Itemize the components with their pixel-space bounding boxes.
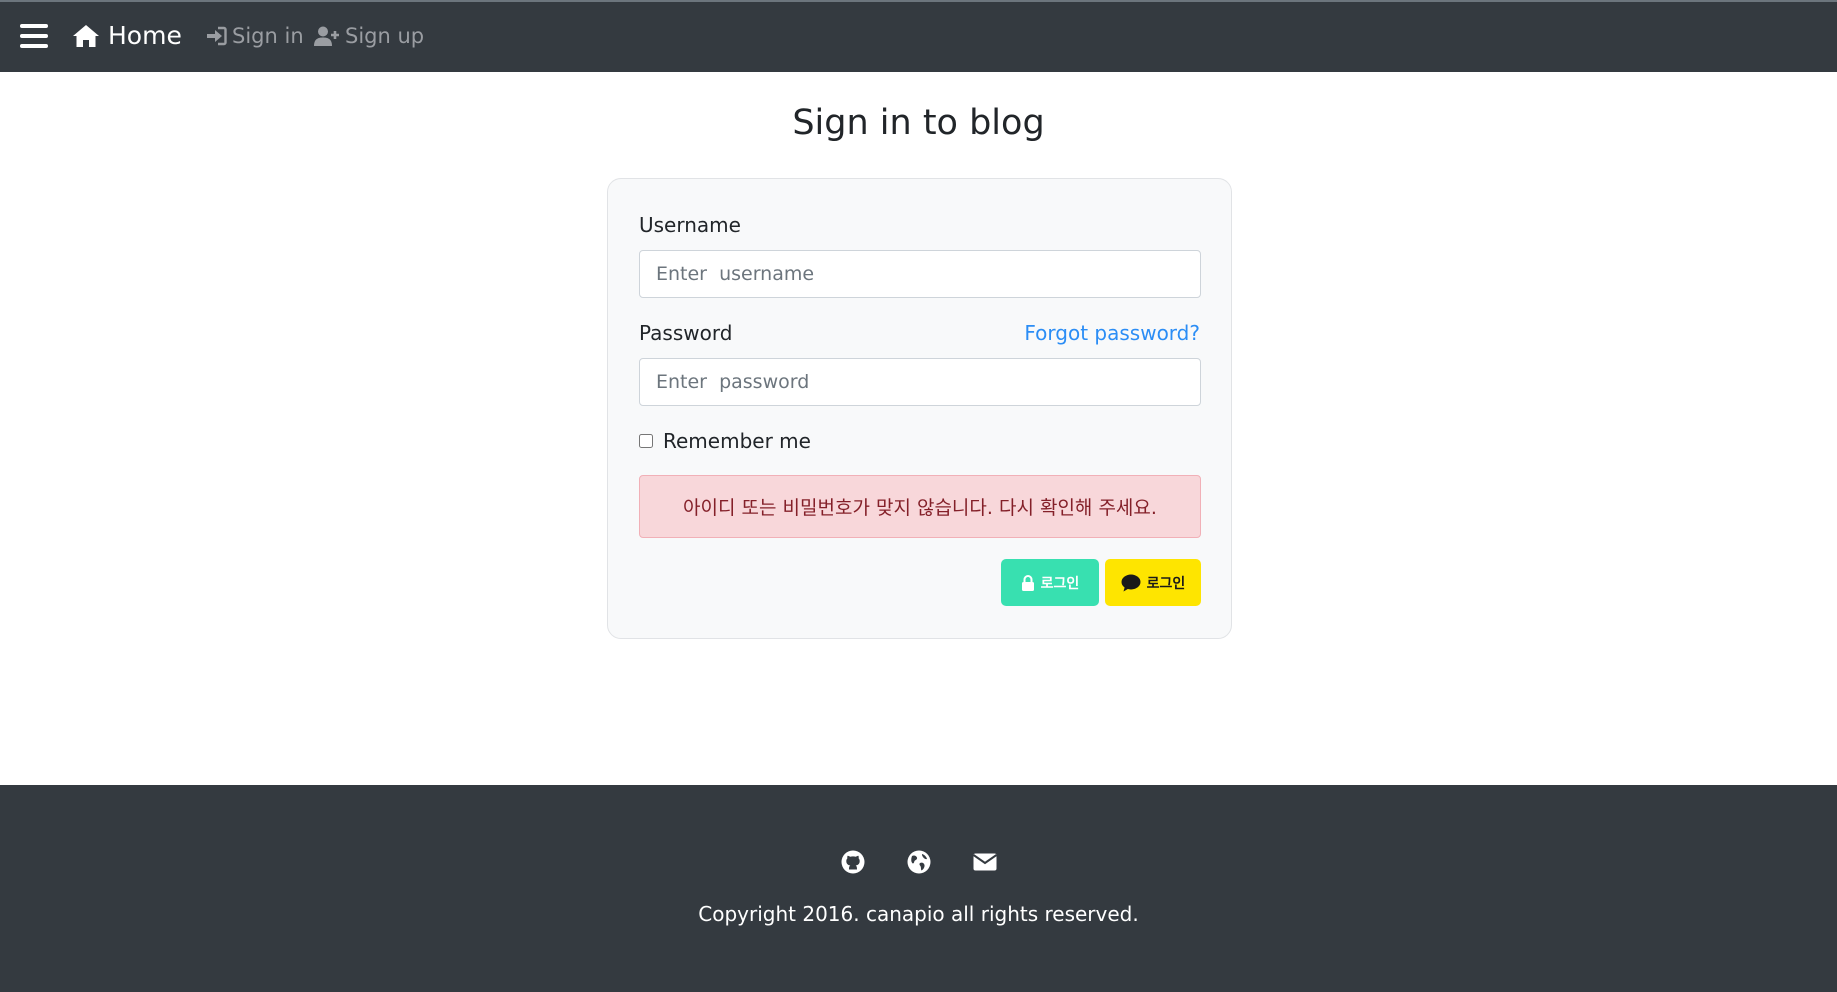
error-message: 아이디 또는 비밀번호가 맞지 않습니다. 다시 확인해 주세요. bbox=[683, 497, 1157, 519]
signin-link-label: Sign in bbox=[232, 24, 304, 48]
login-button-label: 로그인 bbox=[1040, 575, 1080, 592]
user-plus-icon bbox=[314, 26, 339, 46]
remember-me-checkbox[interactable] bbox=[639, 434, 653, 448]
speech-bubble-icon bbox=[1121, 574, 1141, 591]
signup-link[interactable]: Sign up bbox=[314, 24, 424, 48]
footer: Copyright 2016. canapio all rights reser… bbox=[0, 785, 1837, 992]
login-button[interactable]: 로그인 bbox=[1001, 559, 1099, 606]
page-title: Sign in to blog bbox=[792, 103, 1045, 143]
copyright-text: Copyright 2016. canapio all rights reser… bbox=[698, 902, 1139, 926]
username-input[interactable] bbox=[639, 250, 1201, 298]
remember-me: Remember me bbox=[639, 429, 811, 453]
kakao-login-button[interactable]: 로그인 bbox=[1105, 559, 1201, 606]
username-label: Username bbox=[639, 213, 741, 237]
signin-link[interactable]: Sign in bbox=[205, 24, 304, 48]
top-navbar: Home Sign in Sign up bbox=[0, 0, 1837, 72]
globe-icon[interactable] bbox=[906, 849, 932, 875]
home-link[interactable]: Home bbox=[72, 21, 182, 50]
home-icon bbox=[73, 24, 99, 47]
lock-icon bbox=[1021, 574, 1034, 591]
password-input[interactable] bbox=[639, 358, 1201, 406]
sign-in-icon bbox=[207, 26, 227, 46]
home-link-label: Home bbox=[108, 21, 182, 50]
password-label: Password bbox=[639, 321, 733, 345]
error-alert: 아이디 또는 비밀번호가 맞지 않습니다. 다시 확인해 주세요. bbox=[639, 475, 1201, 538]
envelope-icon[interactable] bbox=[972, 849, 998, 875]
forgot-password-link[interactable]: Forgot password? bbox=[1024, 321, 1200, 345]
kakao-login-button-label: 로그인 bbox=[1146, 575, 1186, 592]
signin-card: Username Password Forgot password? Remem… bbox=[607, 178, 1232, 639]
footer-social-links bbox=[0, 849, 1837, 875]
remember-me-label: Remember me bbox=[663, 429, 811, 453]
hamburger-menu-icon[interactable] bbox=[20, 24, 48, 48]
github-icon[interactable] bbox=[840, 849, 866, 875]
signup-link-label: Sign up bbox=[345, 24, 425, 48]
